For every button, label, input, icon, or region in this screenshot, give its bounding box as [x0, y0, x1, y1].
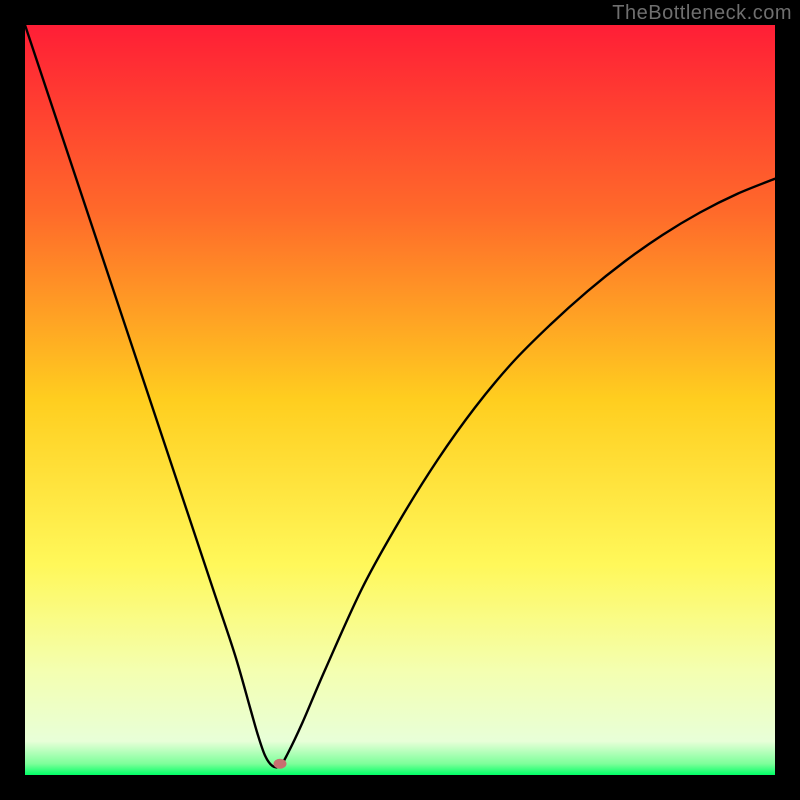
- gradient-background: [25, 25, 775, 775]
- chart-frame: TheBottleneck.com: [0, 0, 800, 800]
- watermark-text: TheBottleneck.com: [612, 2, 792, 25]
- valley-marker: [274, 759, 287, 769]
- plot-area: [25, 25, 775, 775]
- chart-svg: [25, 25, 775, 775]
